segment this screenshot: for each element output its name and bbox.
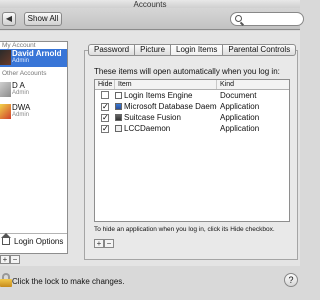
tab-login-items[interactable]: Login Items [171, 44, 224, 56]
account-buttons: + − [0, 255, 20, 264]
other-accounts-heading: Other Accounts [2, 70, 47, 77]
toolbar: ◀ ▶ Show All [0, 8, 304, 30]
lccdaemon-icon [115, 125, 122, 132]
avatar [0, 50, 11, 65]
title-bar: Accounts [0, 0, 300, 9]
hide-checkbox[interactable]: ✓ [101, 125, 109, 133]
microsoft-database-icon [115, 103, 122, 110]
account-name: David Arnold [12, 49, 62, 58]
add-login-item-button[interactable]: + [94, 239, 104, 248]
remove-account-button[interactable]: − [10, 255, 20, 264]
my-account-heading: My Account [2, 42, 36, 49]
account-row-d-a[interactable]: D A Admin [0, 81, 67, 99]
show-all-button[interactable]: Show All [24, 12, 62, 26]
tab-parental-controls[interactable]: Parental Controls [223, 44, 297, 56]
item-name: Login Items Engine [124, 91, 193, 100]
item-kind: Application [220, 102, 260, 111]
table-row[interactable]: Login Items Engine Document [95, 90, 289, 101]
account-row-dwa[interactable]: DWA Admin [0, 103, 67, 121]
lock-icon[interactable] [0, 273, 12, 287]
item-name: LCCDaemon [124, 124, 171, 133]
column-header-item[interactable]: Item [115, 80, 217, 89]
hide-checkbox[interactable] [101, 90, 109, 99]
login-items-table[interactable]: Hide Item Kind Login Items Engine Docume… [94, 79, 290, 222]
login-items-panel: These items will open automatically when… [84, 50, 298, 260]
account-role: Admin [12, 58, 30, 64]
help-button[interactable]: ? [284, 273, 298, 287]
account-name: D A [12, 81, 25, 90]
item-kind: Application [220, 113, 260, 122]
table-row[interactable]: ✓ LCCDaemon Application [95, 123, 289, 134]
table-row[interactable]: ✓ Microsoft Database Daemo Application [95, 101, 289, 112]
table-row[interactable]: ✓ Suitcase Fusion Application [95, 112, 289, 123]
login-options-item[interactable]: Login Options [0, 233, 67, 249]
back-button[interactable]: ◀ [2, 12, 16, 26]
house-icon [1, 233, 11, 245]
account-name: DWA [12, 103, 31, 112]
item-kind: Document [220, 91, 257, 100]
column-header-kind[interactable]: Kind [217, 80, 289, 89]
accounts-list[interactable]: My Account David Arnold Admin Other Acco… [0, 41, 68, 254]
login-options-label: Login Options [14, 237, 64, 246]
hide-checkbox[interactable]: ✓ [101, 103, 109, 111]
login-items-hint: To hide an application when you log in, … [94, 226, 275, 233]
search-icon [235, 15, 242, 22]
account-role: Admin [12, 90, 30, 96]
document-icon [115, 92, 122, 99]
hide-checkbox[interactable]: ✓ [101, 114, 109, 122]
suitcase-fusion-icon [115, 114, 122, 121]
preferences-pane: My Account David Arnold Admin Other Acco… [0, 31, 300, 266]
login-item-buttons: + − [94, 239, 114, 248]
avatar [0, 82, 11, 97]
table-header: Hide Item Kind [95, 80, 289, 90]
item-name: Microsoft Database Daemo [124, 102, 217, 111]
tab-bar: Password Picture Login Items Parental Co… [88, 44, 297, 56]
search-field[interactable] [230, 12, 304, 26]
lock-message: Click the lock to make changes. [12, 277, 125, 286]
add-account-button[interactable]: + [0, 255, 10, 264]
avatar [0, 104, 11, 119]
tab-password[interactable]: Password [88, 44, 136, 56]
login-items-intro: These items will open automatically when… [94, 67, 280, 76]
account-row-david-arnold[interactable]: David Arnold Admin [0, 49, 67, 67]
item-kind: Application [220, 124, 260, 133]
remove-login-item-button[interactable]: − [104, 239, 114, 248]
tab-picture[interactable]: Picture [135, 44, 172, 56]
column-header-hide[interactable]: Hide [95, 80, 115, 89]
account-role: Admin [12, 112, 30, 118]
item-name: Suitcase Fusion [124, 113, 181, 122]
